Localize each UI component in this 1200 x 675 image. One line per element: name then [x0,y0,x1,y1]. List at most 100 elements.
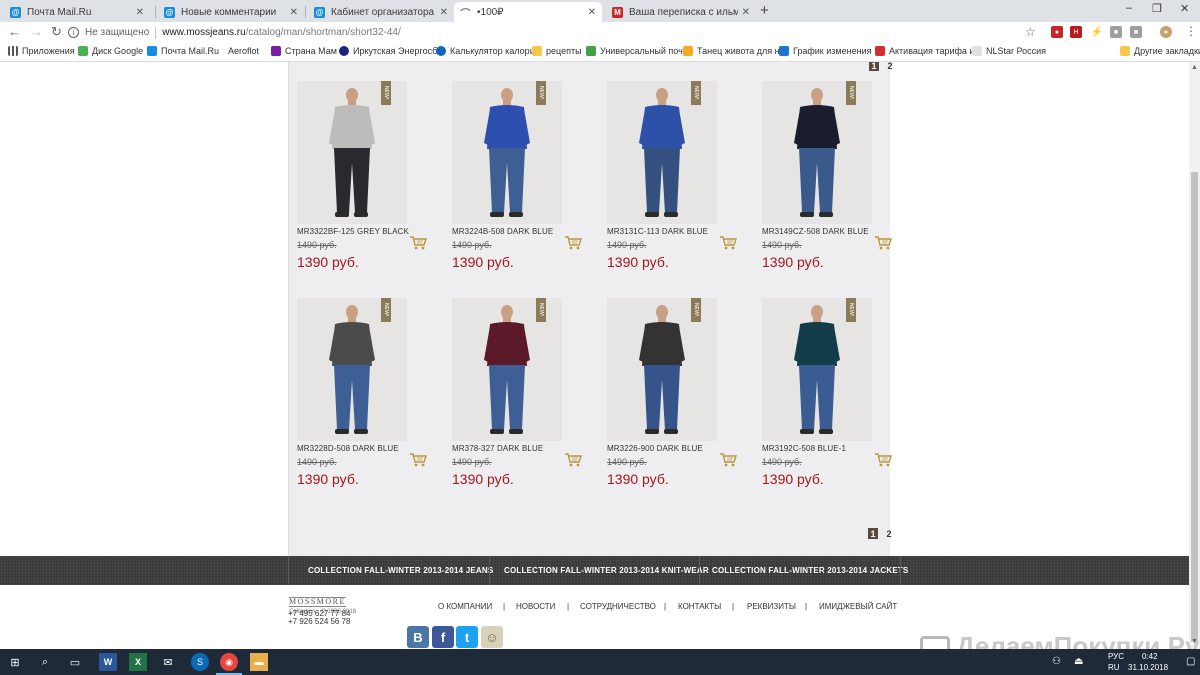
footer-link-about[interactable]: О КОМПАНИИ [438,602,492,611]
page-1-link[interactable]: 1 [869,62,879,71]
add-to-cart-icon[interactable] [719,236,737,250]
footer-link-image-site[interactable]: ИМИДЖЕВЫЙ САЙТ [819,602,897,611]
page-2-link[interactable]: 2 [884,528,894,539]
language-indicator[interactable]: РУС [1108,652,1124,661]
footer-category-jackets[interactable]: COLLECTION FALL-WINTER 2013-2014 JACKETS [712,566,908,575]
tab-mossjeans-active[interactable]: ⌒ •100₽ ✕ [454,2,602,22]
product-card[interactable]: NEW! MR378-327 DARK BLUE 1490 руб. 1390 руб… [452,298,592,498]
footer-link-requisites[interactable]: РЕКВИЗИТЫ [747,602,796,611]
product-card[interactable]: NEW! MR3228D-508 DARK BLUE 1490 руб. 1390 р… [297,298,437,498]
forward-button[interactable]: → [30,25,43,39]
bookmark-tariff[interactable]: Активация тарифа и [875,46,974,56]
scroll-up-icon[interactable]: ▲ [1191,64,1198,71]
product-photo[interactable]: NEW! [762,298,872,441]
product-card[interactable]: NEW! MR3226-900 DARK BLUE 1490 руб. 1390 ру… [607,298,747,498]
product-photo[interactable]: NEW! [452,298,562,441]
twitter-icon[interactable]: t [456,626,478,648]
vkontakte-icon[interactable]: В [407,626,429,648]
footer-link-contacts[interactable]: КОНТАКТЫ [678,602,721,611]
bookmark-schedule[interactable]: График изменения [779,46,871,56]
facebook-icon[interactable]: f [432,626,454,648]
reload-button[interactable]: ↻ [51,25,62,39]
search-icon[interactable]: ⌕ [36,653,54,671]
add-to-cart-icon[interactable] [719,453,737,467]
bookmark-star-icon[interactable]: ☆ [1025,25,1036,39]
restore-button[interactable]: ❐ [1152,2,1162,15]
extension-grey-icon[interactable]: ■ [1130,26,1142,38]
footer-category-knitwear[interactable]: COLLECTION FALL-WINTER 2013-2014 KNIT-WE… [504,566,709,575]
add-to-cart-icon[interactable] [564,453,582,467]
add-to-cart-icon[interactable] [409,236,427,250]
footer-link-news[interactable]: НОВОСТИ [516,602,555,611]
page-scrollbar[interactable]: ▲ ▼ [1189,62,1200,649]
close-icon[interactable]: ✕ [290,7,298,18]
tab-correspondence[interactable]: M Ваша переписка с ильмирочка... ✕ [606,2,756,22]
skype-icon[interactable]: S [191,653,209,671]
tab-mail-ru[interactable]: @ Почта Mail.Ru ✕ [4,2,150,22]
excel-icon[interactable]: X [129,653,147,671]
people-icon[interactable]: ⚇ [1052,656,1061,667]
product-photo[interactable]: NEW! [607,81,717,224]
action-center-icon[interactable]: ▢ [1186,656,1195,667]
page-2-link[interactable]: 2 [885,62,895,71]
product-photo[interactable]: NEW! [297,298,407,441]
bookmark-strana-mam[interactable]: Страна Мам [271,46,337,56]
product-card[interactable]: NEW! MR3149CZ-508 DARK BLUE 1490 руб. 1390 … [762,81,902,281]
odnoklassniki-icon[interactable]: ☺ [481,626,503,648]
mossmore-logo[interactable]: MOSSMORE Collection © 1996-2018 [289,591,373,615]
product-name[interactable]: MR3149CZ-508 DARK BLUE [762,227,869,236]
footer-link-cooperation[interactable]: СОТРУДНИЧЕСТВО [580,602,656,611]
omnibox[interactable]: i Не защищено www.mossjeans.ru/catalog/m… [68,24,1048,41]
bookmark-mail-ru[interactable]: Почта Mail.Ru [147,46,219,56]
close-window-button[interactable]: ✕ [1180,2,1189,15]
add-to-cart-icon[interactable] [874,453,892,467]
bookmark-belly-dance[interactable]: Танец живота для н [683,46,780,56]
product-name[interactable]: MR3224B-508 DARK BLUE [452,227,553,236]
close-icon[interactable]: ✕ [136,7,144,18]
notifications-icon[interactable]: ⏏ [1074,656,1083,667]
bookmark-calorie-calculator[interactable]: Калькулятор калори [436,46,535,56]
product-name[interactable]: MR3131C-113 DARK BLUE [607,227,708,236]
bookmark-google-drive[interactable]: Диск Google [78,46,143,56]
back-button[interactable]: ← [8,25,21,39]
bookmark-other[interactable]: Другие закладки [1120,46,1200,56]
file-explorer-icon[interactable]: ▬ [250,653,268,671]
product-card[interactable]: NEW! MR3131C-113 DARK BLUE 1490 руб. 1390 р… [607,81,747,281]
browser-menu-icon[interactable]: ⋮ [1185,24,1197,38]
product-name[interactable]: MR3322BF-125 GREY BLACK [297,227,409,236]
product-name[interactable]: MR3192C-508 BLUE-1 [762,444,846,453]
info-icon[interactable]: i [68,27,79,38]
bookmark-nlstar[interactable]: NLStar Россия [972,46,1046,56]
windows-start-icon[interactable]: ⊞ [6,653,24,671]
product-card[interactable]: NEW! MR3322BF-125 GREY BLACK 1490 руб. 1390… [297,81,437,281]
word-icon[interactable]: W [99,653,117,671]
product-name[interactable]: MR3226-900 DARK BLUE [607,444,703,453]
product-photo[interactable]: NEW! [452,81,562,224]
new-tab-button[interactable]: + [760,3,769,19]
bookmark-irkutsk-energy[interactable]: Иркутская Энергосб [339,46,437,56]
close-icon[interactable]: ✕ [588,7,596,18]
product-photo[interactable]: NEW! [607,298,717,441]
bookmark-universal[interactable]: Универсальный поч [586,46,683,56]
product-name[interactable]: MR3228D-508 DARK BLUE [297,444,399,453]
footer-category-jeans[interactable]: COLLECTION FALL-WINTER 2013-2014 JEANS [308,566,493,575]
extension-yandex-icon[interactable]: H [1070,26,1082,38]
minimize-button[interactable]: – [1126,2,1132,14]
clock-date[interactable]: 31.10.2018 [1128,663,1168,672]
product-photo[interactable]: NEW! [297,81,407,224]
add-to-cart-icon[interactable] [874,236,892,250]
add-to-cart-icon[interactable] [409,453,427,467]
scrollbar-thumb[interactable] [1191,172,1198,642]
bookmark-recipes[interactable]: рецепты [532,46,582,56]
product-photo[interactable]: NEW! [762,81,872,224]
region-indicator[interactable]: RU [1108,663,1120,672]
product-card[interactable]: NEW! MR3224B-508 DARK BLUE 1490 руб. 1390 р… [452,81,592,281]
tab-organizer-cabinet[interactable]: @ Кабинет организатора | «Делаем Покупки… [308,2,454,22]
bookmark-aeroflot[interactable]: Aeroflot [220,46,259,56]
close-icon[interactable]: ✕ [440,7,448,18]
extension-adblock-icon[interactable]: ● [1051,26,1063,38]
page-1-link[interactable]: 1 [868,528,878,539]
close-icon[interactable]: ✕ [742,7,750,18]
extension-grey-icon[interactable]: ■ [1110,26,1122,38]
clock-time[interactable]: 0:42 [1142,652,1158,661]
